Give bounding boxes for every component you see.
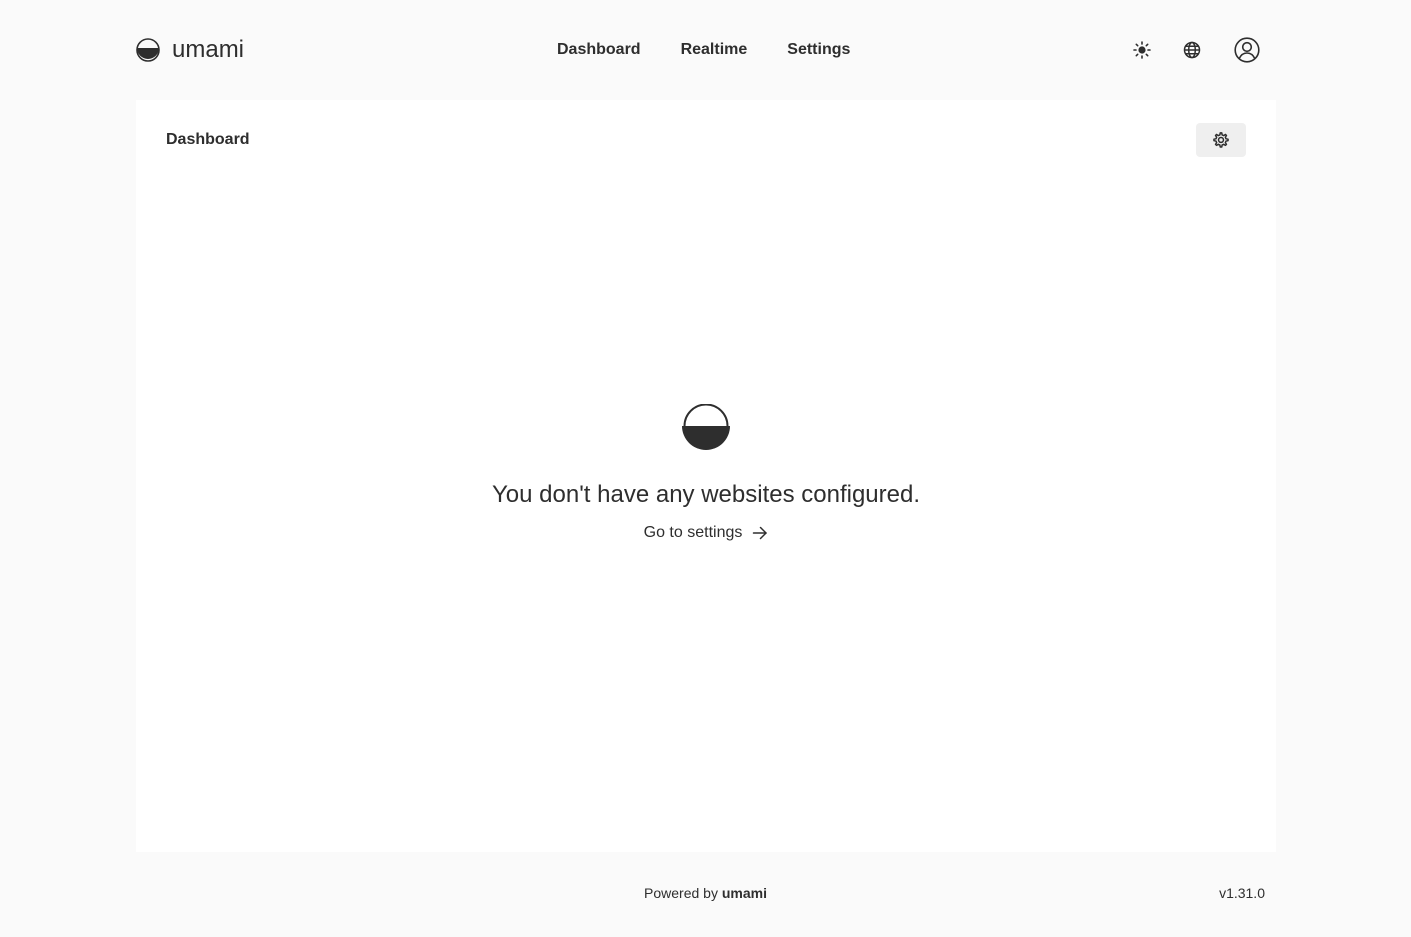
empty-state-message: You don't have any websites configured.: [492, 481, 920, 508]
user-profile-button[interactable]: [1234, 37, 1260, 63]
umami-logo-icon: [682, 404, 730, 450]
user-icon: [1234, 37, 1260, 63]
language-button[interactable]: [1183, 41, 1201, 59]
empty-state: You don't have any websites configured. …: [136, 404, 1276, 542]
dashboard-panel: Dashboard You don't have any websites co…: [136, 100, 1276, 852]
globe-icon: [1183, 41, 1201, 59]
powered-by-link[interactable]: umami: [722, 885, 767, 901]
go-to-settings-link[interactable]: Go to settings: [644, 524, 769, 542]
go-to-settings-label: Go to settings: [643, 524, 743, 541]
umami-logo-icon: [136, 38, 160, 62]
page-title: Dashboard: [166, 131, 250, 148]
app-footer: Powered by umami v1.31.0: [0, 885, 1411, 905]
header-actions: [1133, 36, 1260, 64]
app-name: umami: [172, 36, 245, 63]
gear-icon: [1213, 132, 1229, 148]
theme-toggle-button[interactable]: [1133, 41, 1151, 59]
dashboard-settings-button[interactable]: [1196, 123, 1246, 157]
arrow-right-icon: [753, 526, 768, 540]
app-header: umami Dashboard Realtime Settings: [136, 0, 1276, 100]
powered-by: Powered by umami: [0, 885, 1411, 901]
app-version: v1.31.0: [1219, 885, 1265, 901]
powered-by-prefix: Powered by: [644, 885, 718, 901]
app-logo[interactable]: umami: [136, 38, 244, 62]
sun-icon: [1133, 41, 1151, 59]
nav-item-settings[interactable]: Settings: [787, 41, 850, 59]
main-nav: Dashboard Realtime Settings: [557, 38, 850, 62]
nav-item-dashboard[interactable]: Dashboard: [557, 41, 641, 59]
nav-item-realtime[interactable]: Realtime: [681, 41, 748, 59]
